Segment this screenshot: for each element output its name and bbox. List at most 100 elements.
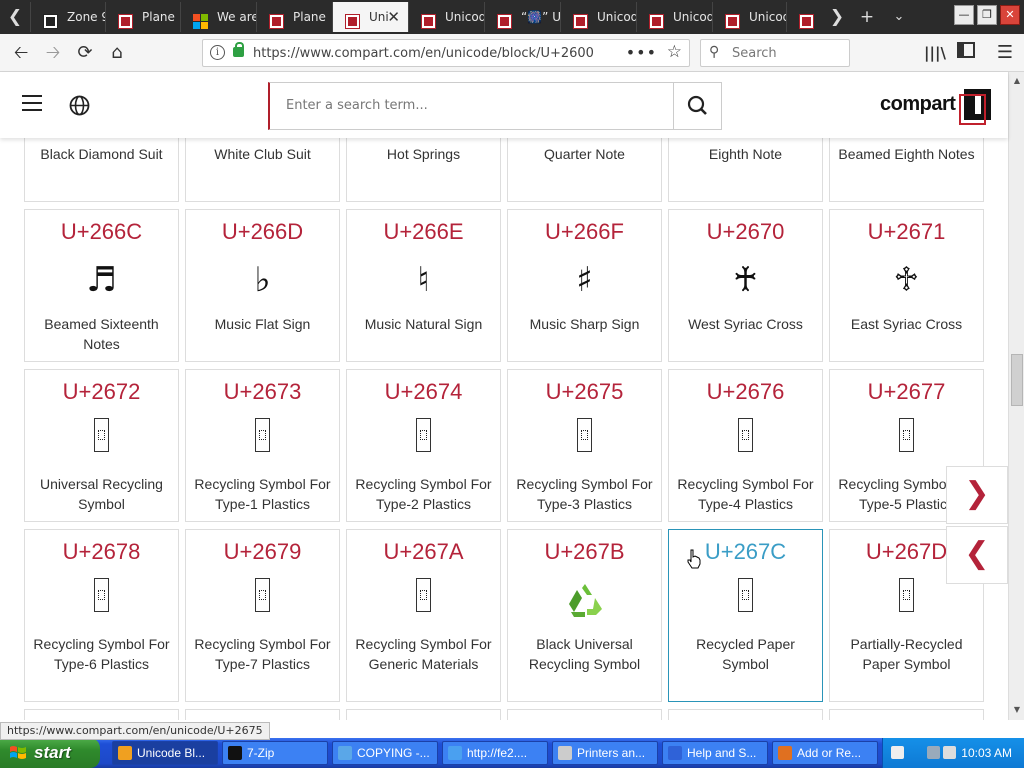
character-card[interactable]: U+2681 <box>507 709 662 720</box>
character-card[interactable]: U+267B Black Universal Recycling Symbol <box>507 529 662 702</box>
browser-tab[interactable]: Unicod <box>712 2 786 32</box>
code-point[interactable]: U+266C <box>25 219 178 245</box>
code-point[interactable]: U+2678 <box>25 539 178 565</box>
taskbar-item[interactable]: http://fe2.... <box>442 741 548 765</box>
code-point[interactable]: U+2682 <box>669 719 822 720</box>
forward-button[interactable]: 🡢 <box>40 40 66 66</box>
volume-tray-icon[interactable] <box>943 746 956 759</box>
character-card[interactable]: U+2672 Universal Recycling Symbol <box>24 369 179 522</box>
maximize-button[interactable]: ❐ <box>977 5 997 25</box>
browser-tab[interactable]: Zone 9 <box>30 2 105 32</box>
character-card[interactable]: U+2682 <box>668 709 823 720</box>
site-search-button[interactable] <box>673 83 721 129</box>
taskbar-item[interactable]: Help and S... <box>662 741 768 765</box>
browser-tab[interactable]: Unicod <box>408 2 484 32</box>
taskbar-item[interactable]: 7-Zip <box>222 741 328 765</box>
character-card[interactable]: U+2673 Recycling Symbol For Type-1 Plasti… <box>185 369 340 522</box>
taskbar-item[interactable]: COPYING -... <box>332 741 438 765</box>
browser-tab[interactable]: “🎆” U <box>484 2 560 32</box>
code-point[interactable]: U+2671 <box>830 219 983 245</box>
globe-icon[interactable] <box>69 95 90 116</box>
code-point[interactable]: U+2681 <box>508 719 661 720</box>
character-card[interactable]: U+2679 Recycling Symbol For Type-7 Plasti… <box>185 529 340 702</box>
bookmark-star-icon[interactable]: ☆ <box>667 42 682 62</box>
character-card[interactable]: Beamed Eighth Notes <box>829 138 984 202</box>
home-button[interactable]: ⌂ <box>104 40 130 66</box>
taskbar-item[interactable]: Unicode Bl... <box>112 741 218 765</box>
code-point[interactable]: U+2672 <box>25 379 178 405</box>
keyboard-tray-icon[interactable] <box>891 746 904 759</box>
menu-icon[interactable]: ☰ <box>992 40 1018 66</box>
page-scrollbar[interactable]: ▲ ▼ <box>1008 72 1024 720</box>
new-tab-button[interactable]: + <box>852 2 882 32</box>
next-block-arrow[interactable]: ❯ <box>946 466 1008 524</box>
minimize-button[interactable]: — <box>954 5 974 25</box>
code-point[interactable]: U+267B <box>508 539 661 565</box>
scroll-down-icon[interactable]: ▼ <box>1011 704 1023 716</box>
character-card[interactable]: U+2683 <box>829 709 984 720</box>
code-point[interactable]: U+2683 <box>830 719 983 720</box>
code-point[interactable]: U+2677 <box>830 379 983 405</box>
character-card[interactable]: U+2680 <box>346 709 501 720</box>
character-card[interactable]: White Club Suit <box>185 138 340 202</box>
code-point[interactable]: U+2680 <box>347 719 500 720</box>
character-card[interactable]: U+2674 Recycling Symbol For Type-2 Plasti… <box>346 369 501 522</box>
character-card[interactable]: U+2676 Recycling Symbol For Type-4 Plasti… <box>668 369 823 522</box>
browser-tab[interactable]: U <box>786 2 823 32</box>
character-card[interactable]: Black Diamond Suit <box>24 138 179 202</box>
character-card[interactable]: U+266C ♬ Beamed Sixteenth Notes <box>24 209 179 362</box>
browser-tab[interactable]: Uni ✕ <box>332 2 408 32</box>
browser-tab[interactable]: Plane <box>105 2 180 32</box>
browser-tab[interactable]: Unicod <box>560 2 636 32</box>
tab-scroll-left-button[interactable]: ❮ <box>0 2 30 32</box>
scroll-up-icon[interactable]: ▲ <box>1011 75 1023 87</box>
hamburger-menu-icon[interactable] <box>22 95 42 111</box>
page-info-icon[interactable]: i <box>210 45 225 60</box>
start-button[interactable]: start <box>0 738 100 768</box>
page-actions-button[interactable]: ••• <box>626 43 657 62</box>
tab-scroll-right-button[interactable]: ❯ <box>822 2 852 32</box>
scrollbar-thumb[interactable] <box>1011 354 1023 406</box>
browser-search-box[interactable]: ⚲ Search <box>700 39 850 67</box>
character-card[interactable]: U+267E <box>24 709 179 720</box>
code-point[interactable]: U+266D <box>186 219 339 245</box>
close-window-button[interactable]: ✕ <box>1000 5 1020 25</box>
code-point[interactable]: U+2674 <box>347 379 500 405</box>
code-point[interactable]: U+2676 <box>669 379 822 405</box>
code-point[interactable]: U+267F <box>186 719 339 720</box>
code-point[interactable]: U+266E <box>347 219 500 245</box>
character-card[interactable]: U+2675 Recycling Symbol For Type-3 Plasti… <box>507 369 662 522</box>
character-card[interactable]: Quarter Note <box>507 138 662 202</box>
character-card[interactable]: Eighth Note <box>668 138 823 202</box>
browser-tab[interactable]: We are <box>180 2 256 32</box>
library-icon[interactable]: |||\ <box>922 40 948 66</box>
network-tray-icon[interactable] <box>927 746 940 759</box>
previous-block-arrow[interactable]: ❮ <box>946 526 1008 584</box>
code-point[interactable]: U+2670 <box>669 219 822 245</box>
character-card[interactable]: U+266D ♭ Music Flat Sign <box>185 209 340 362</box>
character-card[interactable]: U+266E ♮ Music Natural Sign <box>346 209 501 362</box>
character-card[interactable]: U+2671 ♱ East Syriac Cross <box>829 209 984 362</box>
browser-tab[interactable]: Unicod <box>636 2 712 32</box>
site-search-input[interactable]: Enter a search term... <box>268 82 722 130</box>
taskbar-item[interactable]: Add or Re... <box>772 741 878 765</box>
code-point[interactable]: U+2673 <box>186 379 339 405</box>
close-tab-icon[interactable]: ✕ <box>387 2 400 32</box>
character-card[interactable]: U+267A Recycling Symbol For Generic Mater… <box>346 529 501 702</box>
sidebar-icon[interactable] <box>953 40 979 66</box>
code-point[interactable]: U+266F <box>508 219 661 245</box>
character-card[interactable]: Hot Springs <box>346 138 501 202</box>
code-point[interactable]: U+267E <box>25 719 178 720</box>
browser-tab[interactable]: Plane <box>256 2 332 32</box>
code-point[interactable]: U+2679 <box>186 539 339 565</box>
character-card[interactable]: U+2678 Recycling Symbol For Type-6 Plasti… <box>24 529 179 702</box>
code-point[interactable]: U+267A <box>347 539 500 565</box>
taskbar-item[interactable]: Printers an... <box>552 741 658 765</box>
character-card[interactable]: U+267F <box>185 709 340 720</box>
back-button[interactable]: 🡠 <box>8 40 34 66</box>
address-bar[interactable]: i https://www.compart.com/en/unicode/blo… <box>202 39 690 67</box>
reload-button[interactable]: ⟳ <box>72 40 98 66</box>
character-card[interactable]: U+266F ♯ Music Sharp Sign <box>507 209 662 362</box>
code-point[interactable]: U+2675 <box>508 379 661 405</box>
tab-list-button[interactable]: ⌄ <box>884 2 914 32</box>
